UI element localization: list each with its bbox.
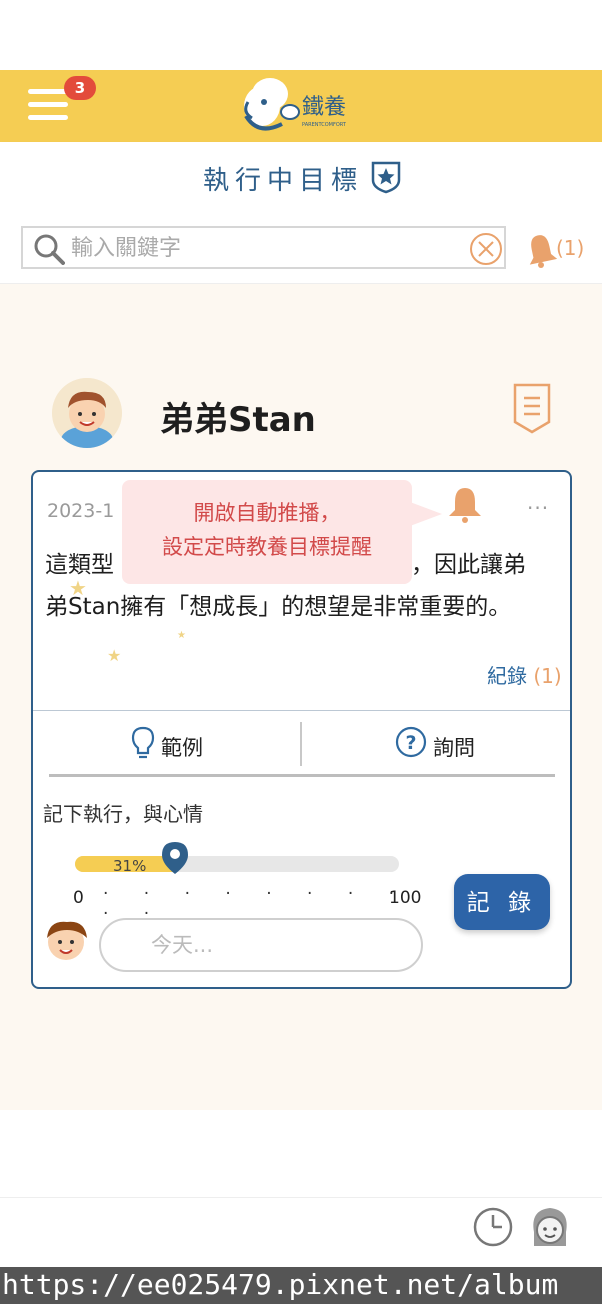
mood-label: 記下執行，與心情 <box>43 802 203 826</box>
lightbulb-icon <box>131 726 155 759</box>
goal-date: 2023-1 <box>47 500 115 522</box>
record-link[interactable]: 紀錄 (1) <box>487 660 562 689</box>
reminder-bell-icon[interactable] <box>445 484 485 524</box>
record-count: (1) <box>533 664 562 688</box>
star-icon: ★ <box>177 630 186 641</box>
ask-label: 詢問 <box>433 736 475 760</box>
app-logo: 鐵養 PARENTCOMFORT <box>238 72 366 140</box>
title-bar: 執行中目標 <box>0 142 602 214</box>
page-title: 執行中目標 <box>203 166 364 196</box>
section-divider <box>49 774 555 777</box>
logo-text: 鐵養 <box>302 95 346 120</box>
slider-thumb-icon[interactable] <box>160 840 190 876</box>
search-row: (1) <box>0 214 602 284</box>
goal-text-line2: 弟Stan擁有「想成長」的想望是非常重要的。 <box>45 594 512 620</box>
clear-search-icon[interactable] <box>469 232 503 266</box>
logo-subtext: PARENTCOMFORT <box>302 122 347 128</box>
progress-slider[interactable]: 31% <box>75 842 399 875</box>
clock-icon[interactable] <box>472 1206 514 1248</box>
action-divider <box>300 722 302 766</box>
record-link-label: 紀錄 <box>487 664 527 688</box>
child-avatar[interactable] <box>52 378 122 448</box>
example-label: 範例 <box>161 736 203 760</box>
notification-count: (1) <box>556 236 585 260</box>
app-header: 3 鐵養 PARENTCOMFORT <box>0 70 602 142</box>
document-icon[interactable] <box>512 382 552 434</box>
menu-badge: 3 <box>64 76 96 100</box>
main-content: 弟弟Stan 2023-1 ··· 這類型 圈，因此讓弟 弟Stan擁有「想成長」… <box>0 284 602 1110</box>
child-name: 弟弟Stan <box>160 400 316 440</box>
notification-bell-icon[interactable] <box>524 232 558 268</box>
search-icon <box>34 234 65 265</box>
star-icon: ★ <box>69 576 87 600</box>
search-box[interactable] <box>21 226 506 269</box>
svg-text:?: ? <box>405 732 416 754</box>
progress-value: 31% <box>113 857 147 875</box>
parent-profile-icon[interactable] <box>526 1202 574 1250</box>
goal-text-line1-start: 這類型 <box>45 552 114 578</box>
note-input[interactable]: 今天... <box>99 918 423 972</box>
question-icon: ? <box>395 726 427 758</box>
bottom-nav <box>0 1197 602 1267</box>
url-watermark: https://ee025479.pixnet.net/album <box>0 1267 602 1304</box>
shield-star-icon[interactable] <box>370 160 402 194</box>
push-reminder-tooltip[interactable]: 開啟自動推播， 設定定時教養目標提醒 <box>122 480 442 584</box>
scale-max: 100 <box>389 888 422 908</box>
kid-avatar-icon <box>47 921 87 960</box>
tooltip-line2: 設定定時教養目標提醒 <box>162 535 372 559</box>
more-options-icon[interactable]: ··· <box>527 496 549 520</box>
tooltip-line1: 開啟自動推播， <box>193 501 341 525</box>
scale-min: 0 <box>73 888 84 908</box>
menu-icon[interactable] <box>28 87 68 123</box>
divider <box>33 710 570 711</box>
goal-card: 2023-1 ··· 這類型 圈，因此讓弟 弟Stan擁有「想成長」的想望是非常重… <box>31 470 572 989</box>
record-button[interactable]: 記 錄 <box>454 874 550 930</box>
search-input[interactable] <box>71 233 461 263</box>
star-icon: ★ <box>107 646 122 665</box>
